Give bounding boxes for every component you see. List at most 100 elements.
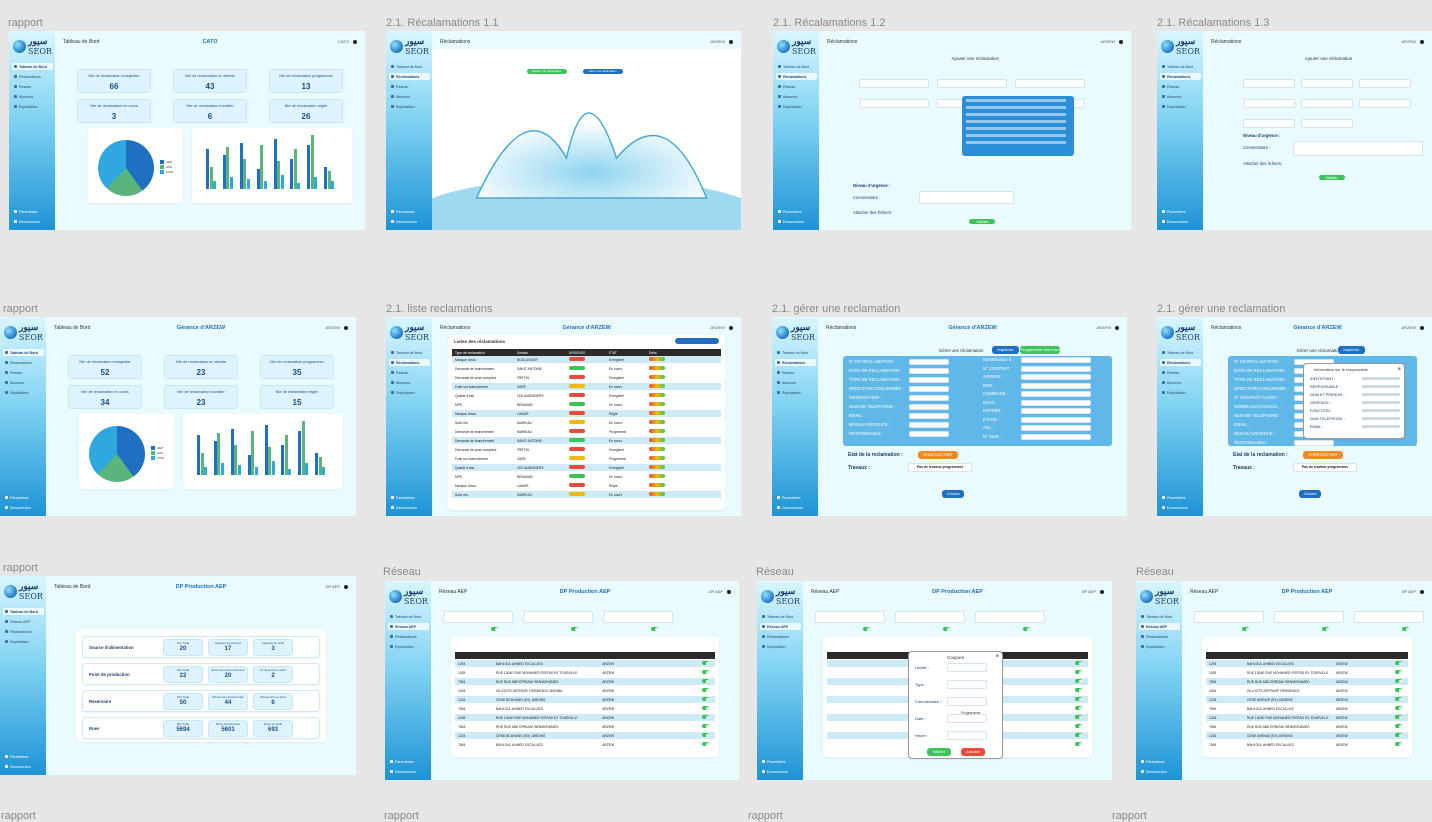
logout-item[interactable]: Déconnexion	[389, 218, 430, 225]
toggle-switch[interactable]	[863, 627, 870, 631]
sidebar-item-3[interactable]: Abonnés	[3, 379, 44, 386]
add-reclamation-button[interactable]	[675, 338, 719, 344]
table-row[interactable]: Manque d'eau BOULANGER Enregistré	[452, 356, 721, 363]
toggle-switch[interactable]	[1075, 688, 1082, 692]
form-field[interactable]	[1243, 119, 1295, 128]
table-row[interactable]: Fuite sur branchement ZARE Programmé	[452, 455, 721, 462]
table-row[interactable]: 2435 RUE 1304E RUE MOHAMED FERTAS EX TOUR…	[455, 669, 715, 676]
field-value-right[interactable]	[1021, 416, 1091, 423]
sidebar-item-3[interactable]: Abonnés	[389, 93, 430, 100]
close-icon[interactable]: ⊗	[996, 653, 999, 658]
row-toggle[interactable]	[1075, 661, 1082, 666]
form-field[interactable]	[937, 79, 1007, 88]
table-row[interactable]: Demande de pose compteur FRETIN Enregistré	[452, 374, 721, 381]
sidebar-item-3[interactable]: Exploitation	[1139, 643, 1180, 650]
table-row[interactable]: 1234 CENE AVENUE (EX) JARDINS ARZEW	[1206, 696, 1408, 703]
row-toggle[interactable]	[1075, 697, 1082, 702]
field-value[interactable]	[909, 404, 949, 410]
user-menu[interactable]: DP AEP	[1402, 589, 1424, 594]
field-value-right[interactable]	[1021, 391, 1091, 397]
row-toggle[interactable]	[1075, 670, 1082, 675]
close-icon[interactable]: ⊗	[1398, 366, 1401, 371]
filter-select[interactable]	[1354, 611, 1424, 623]
table-row[interactable]: Demande de pose compteur FRETIN Enregistré	[452, 446, 721, 453]
print-button[interactable]: Imprimer	[1337, 346, 1365, 354]
toggle-switch[interactable]	[1075, 733, 1082, 737]
row-toggle[interactable]	[702, 715, 709, 720]
table-row[interactable]: 7654 BAHLOUL AHMED EXCALLIED ARZEW	[1206, 741, 1408, 748]
close-button[interactable]: Cloturé	[1299, 490, 1322, 498]
table-row[interactable]: MPE BENAKAR En cours	[452, 401, 721, 408]
row-toggle[interactable]	[1395, 661, 1402, 666]
logout-item[interactable]: Déconnexion	[3, 504, 44, 511]
sidebar-item-0[interactable]: Tableau de Bord	[389, 349, 430, 356]
print-button[interactable]: Imprimer	[991, 346, 1019, 354]
toggle-switch[interactable]	[491, 627, 498, 631]
row-toggle[interactable]	[702, 670, 709, 675]
row-toggle[interactable]	[702, 697, 709, 702]
user-menu[interactable]: ARZEW	[1097, 325, 1119, 330]
sidebar-item-2[interactable]: Réseau	[1160, 369, 1201, 376]
sidebar-item-3[interactable]: Abonnés	[1160, 379, 1201, 386]
row-toggle[interactable]	[1395, 715, 1402, 720]
row-toggle[interactable]	[702, 742, 709, 747]
row-toggle[interactable]	[1075, 679, 1082, 684]
sidebar-item-0[interactable]: Tableau de Bord	[1160, 63, 1201, 70]
toggle-switch[interactable]	[702, 661, 709, 665]
toggle-switch[interactable]	[1075, 742, 1082, 746]
logout-item[interactable]: Déconnexion	[775, 504, 816, 511]
table-row[interactable]: 7654 BAHLOUL AHMED EXCALLIED ARZEW	[455, 741, 715, 748]
user-menu[interactable]: DP AEP	[326, 584, 348, 589]
comment-textarea[interactable]	[919, 191, 1014, 204]
logout-item[interactable]: Déconnexion	[12, 218, 53, 225]
sidebar-item-3[interactable]: Abonnés	[775, 379, 816, 386]
settings-item[interactable]: Paramètres	[389, 494, 430, 501]
sidebar-item-2[interactable]: Réclamations	[1139, 633, 1180, 640]
logout-item[interactable]: Déconnexion	[760, 768, 801, 775]
field-value[interactable]	[909, 377, 949, 383]
sidebar-item-4[interactable]: Exploitation	[12, 103, 53, 110]
sidebar-item-3[interactable]: Abonnés	[389, 379, 430, 386]
field-value-right[interactable]	[1021, 433, 1091, 440]
sidebar-item-1[interactable]: Réclamations	[389, 73, 430, 80]
row-toggle[interactable]	[702, 661, 709, 666]
table-row[interactable]: 2435 RUE 1304E RUE MOHAMED FERTAS EX TOUR…	[455, 714, 715, 721]
logout-item[interactable]: Déconnexion	[1160, 218, 1201, 225]
toggle-switch[interactable]	[1395, 661, 1402, 665]
toggle-switch[interactable]	[943, 627, 950, 631]
row-toggle[interactable]	[1075, 724, 1082, 729]
form-field[interactable]	[1301, 99, 1353, 108]
filter-select[interactable]	[895, 611, 965, 623]
logout-item[interactable]: Déconnexion	[776, 218, 817, 225]
user-menu[interactable]: CATO	[338, 39, 357, 44]
sidebar-item-1[interactable]: Réclamations	[775, 359, 816, 366]
row-toggle[interactable]	[1395, 697, 1402, 702]
user-menu[interactable]: ARZEW	[711, 39, 733, 44]
filter-select[interactable]	[523, 611, 593, 623]
state-toggle[interactable]	[1023, 627, 1030, 632]
toggle-switch[interactable]	[702, 679, 709, 683]
sidebar-item-1[interactable]: Réseau AEP	[760, 623, 801, 630]
settings-item[interactable]: Paramètres	[3, 753, 44, 760]
sidebar-item-4[interactable]: Exploitation	[3, 389, 44, 396]
row-toggle[interactable]	[702, 688, 709, 693]
toggle-switch[interactable]	[702, 688, 709, 692]
table-row[interactable]: MPE BENAKAR En cours	[452, 473, 721, 480]
field-value[interactable]	[1294, 440, 1334, 446]
table-row[interactable]: 1234 CENE BOUHANG (EX) JARDINS ARZEW	[455, 732, 715, 739]
row-toggle[interactable]	[1075, 733, 1082, 738]
sidebar-item-3[interactable]: Exploitation	[3, 638, 44, 645]
logout-item[interactable]: Déconnexion	[1160, 504, 1201, 511]
table-row[interactable]: 1294 BAHLOUL AHMED EXCALLIED ARZEW	[455, 660, 715, 667]
toggle-switch[interactable]	[1395, 688, 1402, 692]
form-field[interactable]	[1243, 79, 1295, 88]
sidebar-item-0[interactable]: Tableau de Bord	[1139, 613, 1180, 620]
sidebar-item-0[interactable]: Tableau de Bord	[1160, 349, 1201, 356]
user-menu[interactable]: ARZEW	[1101, 39, 1123, 44]
field-value-right[interactable]	[1021, 408, 1091, 414]
sidebar-item-4[interactable]: Exploitation	[1160, 389, 1201, 396]
close-button[interactable]: Cloturé	[942, 490, 965, 498]
sidebar-item-1[interactable]: Réseau AEP	[388, 623, 429, 630]
toggle-switch[interactable]	[702, 670, 709, 674]
table-row[interactable]: 7654 RUE RUE ABD ERRIZAK BENMOHAMED ARZEW	[1206, 723, 1408, 730]
